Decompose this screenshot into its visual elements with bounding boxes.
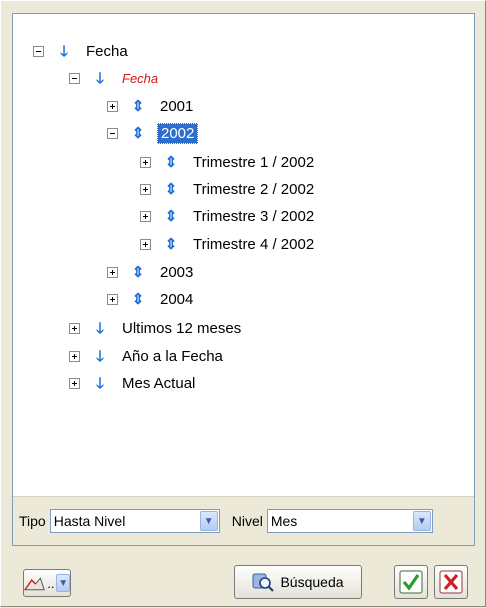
tree-node-ultimos-12-meses[interactable]: 🡓 Ultimos 12 meses: [69, 316, 244, 340]
tipo-select[interactable]: Hasta Nivel ▼: [49, 509, 220, 533]
check-icon: [399, 570, 423, 594]
arrow-down-icon: 🡓: [96, 347, 104, 365]
expand-icon[interactable]: [140, 156, 151, 168]
tipo-label: Tipo: [19, 513, 46, 529]
expand-icon[interactable]: [140, 210, 151, 222]
tree-node-label: Trimestre 1 / 2002: [193, 153, 315, 171]
search-button[interactable]: Búsqueda: [234, 565, 362, 599]
tree-node-label: Ultimos 12 meses: [122, 319, 242, 337]
arrow-updown-icon: ⇕: [131, 263, 145, 281]
nivel-value: Mes: [270, 513, 298, 529]
tree-node-fecha-hierarchy[interactable]: 🡓 Fecha: [69, 66, 161, 90]
tree-node-2003[interactable]: ⇕ 2003: [107, 260, 196, 284]
arrow-updown-icon: ⇕: [164, 207, 178, 225]
tipo-value: Hasta Nivel: [53, 513, 126, 529]
cancel-button[interactable]: [434, 565, 468, 599]
x-icon: [439, 570, 463, 594]
tree-node-trimestre-3[interactable]: ⇕ Trimestre 3 / 2002: [140, 204, 317, 228]
chart-type-dropdown[interactable]: .. ▼: [23, 569, 71, 597]
collapse-icon[interactable]: [107, 127, 118, 139]
dimension-dialog: 🡓 Fecha 🡓 Fecha ⇕ 2001 ⇕ 2002 ⇕ Trimestr…: [0, 0, 486, 607]
tree-node-label: 2001: [160, 97, 194, 115]
tree-node-2001[interactable]: ⇕ 2001: [107, 94, 196, 118]
tree-node-label: Fecha: [86, 42, 128, 60]
nivel-select[interactable]: Mes ▼: [266, 509, 433, 533]
arrow-down-icon: 🡓: [96, 374, 104, 392]
tree-node-trimestre-2[interactable]: ⇕ Trimestre 2 / 2002: [140, 177, 317, 201]
arrow-updown-icon: ⇕: [164, 180, 178, 198]
arrow-updown-icon: ⇕: [131, 290, 145, 308]
nivel-label: Nivel: [231, 513, 263, 529]
tree-node-trimestre-4[interactable]: ⇕ Trimestre 4 / 2002: [140, 232, 317, 256]
ok-button[interactable]: [394, 565, 428, 599]
tree-node-label: Mes Actual: [122, 374, 196, 392]
collapse-icon[interactable]: [33, 45, 44, 57]
tree-node-label: Fecha: [122, 70, 159, 86]
expand-icon[interactable]: [69, 377, 80, 389]
mountain-chart-icon: [24, 577, 45, 591]
arrow-updown-icon: ⇕: [164, 235, 178, 253]
date-tree: 🡓 Fecha 🡓 Fecha ⇕ 2001 ⇕ 2002 ⇕ Trimestr…: [13, 14, 474, 495]
tree-node-trimestre-1[interactable]: ⇕ Trimestre 1 / 2002: [140, 150, 317, 174]
collapse-icon[interactable]: [69, 72, 80, 84]
tree-node-2004[interactable]: ⇕ 2004: [107, 287, 196, 311]
arrow-down-icon: 🡓: [96, 319, 104, 337]
chevron-down-icon[interactable]: ▼: [412, 511, 431, 531]
expand-icon[interactable]: [140, 183, 151, 195]
tree-node-label-selected: 2002: [157, 122, 199, 144]
tree-node-2002[interactable]: ⇕ 2002: [107, 121, 199, 145]
tree-node-label: Año a la Fecha: [122, 347, 223, 365]
expand-icon[interactable]: [107, 293, 118, 305]
tree-node-label: Trimestre 3 / 2002: [193, 207, 315, 225]
search-icon: [252, 573, 275, 592]
tree-panel: 🡓 Fecha 🡓 Fecha ⇕ 2001 ⇕ 2002 ⇕ Trimestr…: [12, 13, 475, 546]
tree-node-mes-actual[interactable]: 🡓 Mes Actual: [69, 371, 198, 395]
filter-bar: Tipo Hasta Nivel ▼ Nivel Mes ▼: [13, 496, 474, 545]
tree-node-label: Trimestre 2 / 2002: [193, 180, 315, 198]
arrow-updown-icon: ⇕: [131, 97, 145, 115]
chevron-down-icon[interactable]: ▼: [199, 511, 218, 531]
arrow-down-icon: 🡓: [60, 42, 68, 60]
bottom-toolbar: .. ▼ Búsqueda: [1, 550, 485, 608]
expand-icon[interactable]: [107, 266, 118, 278]
chart-type-label: ..: [47, 575, 55, 591]
expand-icon[interactable]: [69, 350, 80, 362]
tree-node-label: 2004: [160, 290, 194, 308]
expand-icon[interactable]: [69, 322, 80, 334]
tree-node-label: Trimestre 4 / 2002: [193, 235, 315, 253]
arrow-updown-icon: ⇕: [131, 124, 145, 142]
arrow-updown-icon: ⇕: [164, 153, 178, 171]
expand-icon[interactable]: [107, 100, 118, 112]
tree-node-fecha-root[interactable]: 🡓 Fecha: [33, 39, 131, 63]
search-label: Búsqueda: [280, 574, 344, 590]
tree-node-ano-a-la-fecha[interactable]: 🡓 Año a la Fecha: [69, 344, 226, 368]
arrow-down-icon: 🡓: [96, 69, 104, 87]
chevron-down-icon[interactable]: ▼: [56, 574, 70, 592]
tree-node-label: 2003: [160, 263, 194, 281]
expand-icon[interactable]: [140, 238, 151, 250]
